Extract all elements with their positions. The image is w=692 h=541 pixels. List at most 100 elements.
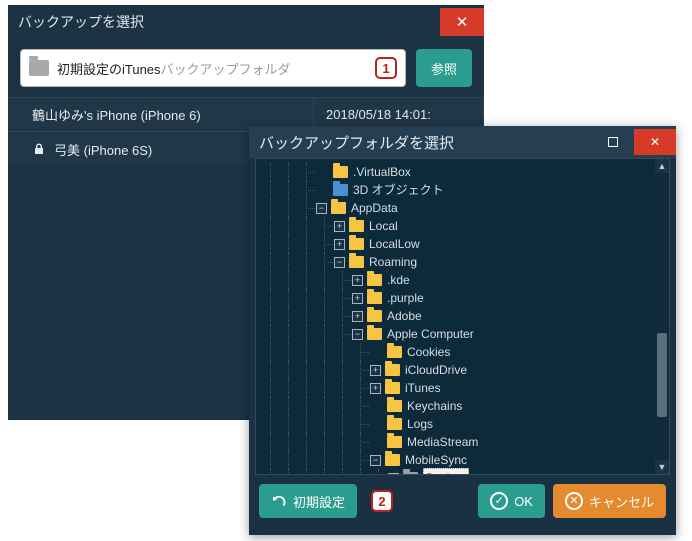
tree-item[interactable]: +Local [262,217,669,235]
tree-item[interactable]: +.purple [262,289,669,307]
tree-guide [298,217,316,235]
folder-icon [385,382,400,394]
backup-name-text: 鶴山ゆみ's iPhone (iPhone 6) [32,105,201,124]
browse-button[interactable]: 参照 [416,49,472,87]
tree-item[interactable]: +iTunes [262,379,669,397]
expand-icon[interactable]: + [352,275,363,286]
tree-guide [298,415,316,433]
close-icon: ✕ [456,13,469,31]
tree-guide [280,433,298,451]
tree-item[interactable]: 3D オブジェクト [262,181,669,199]
folder-icon [387,418,402,430]
check-icon: ✓ [490,492,508,510]
tree-guide [280,217,298,235]
tree-item-label: Roaming [369,253,417,271]
tree-item[interactable]: +.kde [262,271,669,289]
close-button[interactable]: ✕ [634,129,676,155]
tree-guide [334,361,352,379]
tree-item-label: Apple Computer [387,325,474,343]
tree-guide [316,253,334,271]
tree-item[interactable]: +LocalLow [262,235,669,253]
tree-guide [352,433,370,451]
tree-guide [280,253,298,271]
folder-icon [349,256,364,268]
tree-guide [298,253,316,271]
select-folder-dialog: バックアップフォルダを選択 ✕ .VirtualBox3D オブジェクト−App… [249,126,676,535]
callout-badge-2: 2 [371,490,393,512]
expand-icon[interactable]: + [334,239,345,250]
tree-guide [262,271,280,289]
tree-guide [298,451,316,469]
tree-guide [280,379,298,397]
tree-guide [352,469,370,475]
expand-icon[interactable]: + [352,293,363,304]
tree-item[interactable]: +Backup [262,469,669,475]
tree-guide [280,199,298,217]
tree-guide [262,469,280,475]
folder-icon [367,274,382,286]
collapse-icon[interactable]: − [352,329,363,340]
tree-guide [334,289,352,307]
tree-guide [316,361,334,379]
lock-icon [32,142,46,156]
collapse-icon[interactable]: − [316,203,327,214]
tree-item[interactable]: +Adobe [262,307,669,325]
reset-button[interactable]: 初期設定 [259,484,357,518]
cancel-button[interactable]: ✕ キャンセル [553,484,666,518]
tree-item-label: Cookies [407,343,450,361]
expand-icon[interactable]: + [352,311,363,322]
tree-guide [316,415,334,433]
tree-item[interactable]: Logs [262,415,669,433]
folder-icon [331,202,346,214]
expand-icon[interactable]: + [370,383,381,394]
tree-item[interactable]: + iCloudDrive [262,361,669,379]
tree-guide [262,235,280,253]
folder-icon [367,310,382,322]
scroll-thumb[interactable] [657,333,667,417]
expand-icon[interactable]: + [334,221,345,232]
tree-guide [280,361,298,379]
tree-item[interactable]: .VirtualBox [262,163,669,181]
folder-icon [387,346,402,358]
tree-item[interactable]: MediaStream [262,433,669,451]
tree-guide [280,307,298,325]
expand-icon[interactable]: + [388,473,399,476]
tree-item[interactable]: Keychains [262,397,669,415]
tree-item-label: iCloudDrive [405,361,467,379]
tree-item[interactable]: − Apple Computer [262,325,669,343]
tree-guide [298,397,316,415]
close-icon: ✕ [650,135,660,149]
tree-item[interactable]: − MobileSync [262,451,669,469]
folder-icon [367,292,382,304]
tree-item[interactable]: −AppData [262,199,669,217]
tree-guide [262,289,280,307]
path-box[interactable]: 初期設定のiTunesバックアップフォルダ 1 [20,49,406,87]
vertical-scrollbar[interactable]: ▲ ▼ [655,159,669,474]
tree-guide [316,469,334,475]
maximize-button[interactable] [592,129,634,155]
tree-guide [316,397,334,415]
ok-button[interactable]: ✓ OK [478,484,545,518]
collapse-icon[interactable]: − [334,257,345,268]
tree-guide [352,451,370,469]
collapse-icon[interactable]: − [370,455,381,466]
undo-icon [271,493,287,509]
tree-guide [334,271,352,289]
titlebar: バックアップを選択 ✕ [8,5,484,39]
scroll-track [655,173,669,460]
reset-label: 初期設定 [293,492,345,511]
tree-item-label: Logs [407,415,433,433]
tree-guide [352,397,370,415]
tree-item[interactable]: Cookies [262,343,669,361]
cancel-icon: ✕ [565,492,583,510]
expand-icon[interactable]: + [370,365,381,376]
tree-item[interactable]: − Roaming [262,253,669,271]
tree-guide [280,325,298,343]
tree-item-label: MobileSync [405,451,467,469]
maximize-icon [608,137,618,147]
tree-guide [262,397,280,415]
close-button[interactable]: ✕ [440,8,484,36]
tree-guide [262,361,280,379]
tree-guide [316,433,334,451]
tree-guide [352,343,370,361]
